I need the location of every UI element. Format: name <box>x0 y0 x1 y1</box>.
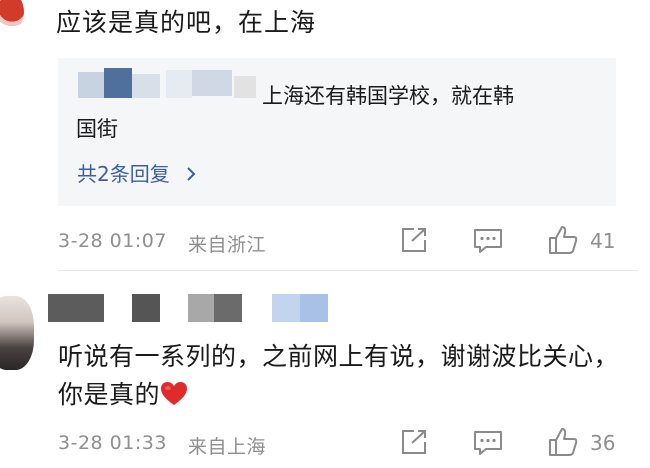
avatar[interactable] <box>0 296 34 370</box>
like-icon[interactable] <box>547 426 579 458</box>
reply-text: 上海还有韩国学校，就在韩 <box>262 84 514 108</box>
comment-location: 来自上海 <box>188 436 267 458</box>
comment-text: 应该是真的吧，在上海 <box>56 8 317 37</box>
chevron-right-icon <box>187 167 196 181</box>
like-count: 41 <box>590 229 616 253</box>
comment-icon[interactable] <box>472 227 504 255</box>
comment-timestamp: 3-28 01:33 <box>58 432 167 454</box>
share-icon[interactable] <box>399 226 429 254</box>
heart-emoji-icon <box>161 382 188 405</box>
comment-icon[interactable] <box>472 429 504 457</box>
reply-text-continued: 国街 <box>76 117 118 141</box>
comment-body: 听说有一系列的，之前网上有说，谢谢波比关心，你是真的 <box>58 342 620 409</box>
view-replies-label: 共2条回复 <box>77 162 170 186</box>
share-icon[interactable] <box>399 428 429 456</box>
like-count: 36 <box>590 431 616 455</box>
comment-timestamp: 3-28 01:07 <box>58 230 167 252</box>
view-replies-link[interactable]: 共2条回复 <box>77 158 198 187</box>
like-icon[interactable] <box>547 224 579 256</box>
comment-location: 来自浙江 <box>188 234 267 256</box>
comment-text: 听说有一系列的，之前网上有说，谢谢波比关心，你是真的 <box>58 338 628 414</box>
avatar[interactable] <box>0 0 24 32</box>
comment-divider <box>58 270 638 271</box>
